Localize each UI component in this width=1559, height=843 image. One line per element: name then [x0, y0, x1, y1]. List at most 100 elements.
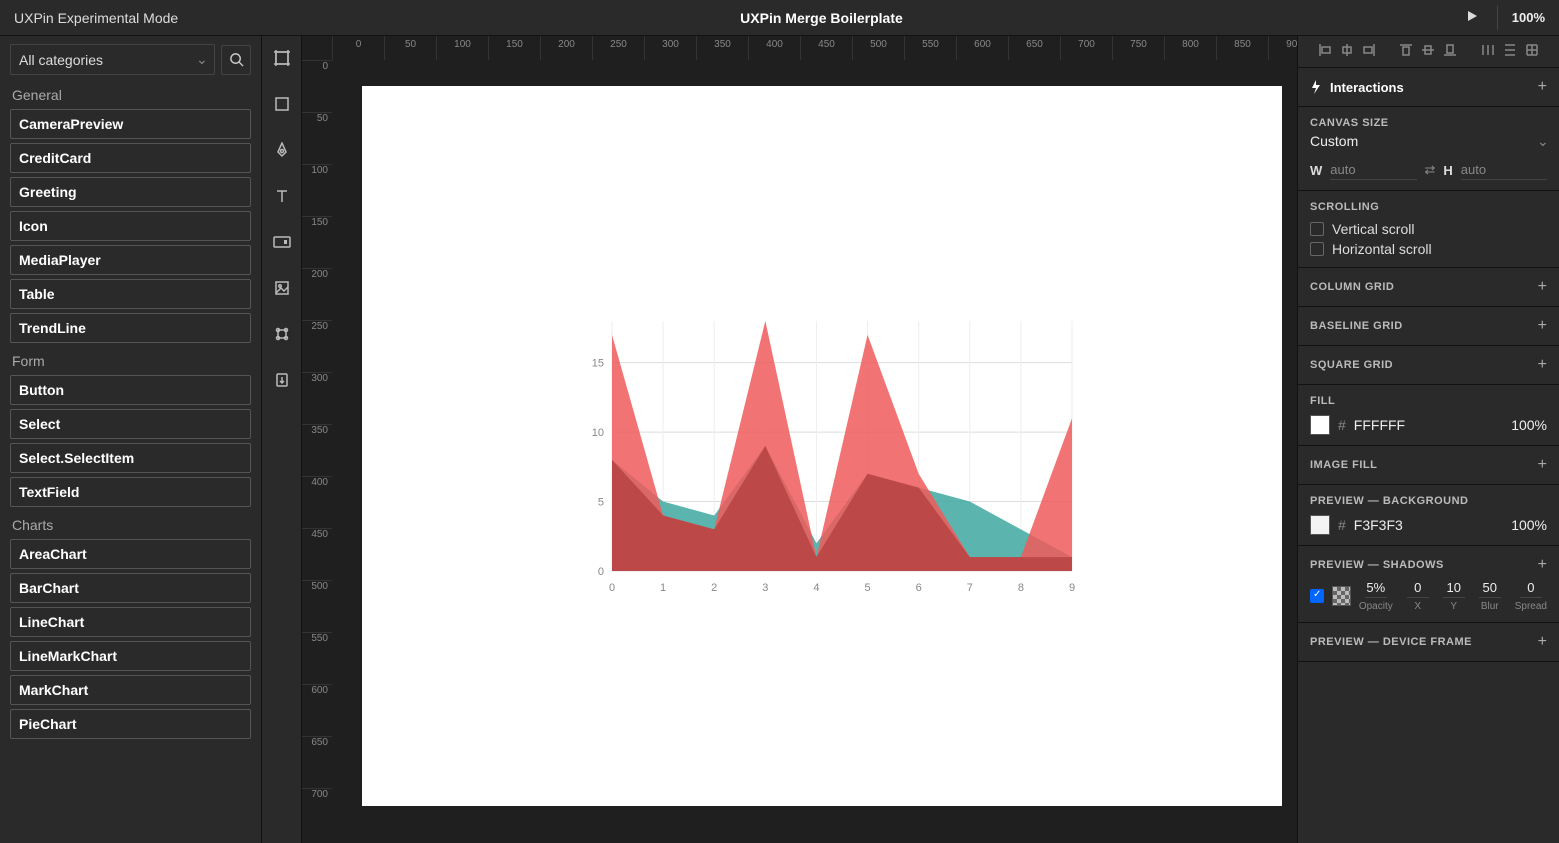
component-item[interactable]: AreaChart: [10, 539, 251, 569]
tool-image[interactable]: [270, 276, 294, 300]
tool-component[interactable]: [270, 322, 294, 346]
svg-text:3: 3: [762, 582, 768, 594]
svg-text:5: 5: [864, 582, 870, 594]
fill-hex-input[interactable]: FFFFFF: [1354, 417, 1503, 433]
image-fill-section[interactable]: IMAGE FILL +: [1298, 446, 1559, 485]
properties-panel: Interactions + CANVAS SIZE Custom ⌄ W au…: [1297, 36, 1559, 843]
category-select[interactable]: All categories ⌄: [10, 44, 215, 75]
align-bottom-icon[interactable]: [1443, 43, 1457, 60]
svg-text:4: 4: [813, 582, 819, 594]
width-label: W: [1310, 163, 1322, 178]
align-right-icon[interactable]: [1362, 43, 1376, 60]
fill-section: FILL #FFFFFF 100%: [1298, 385, 1559, 446]
component-item[interactable]: TrendLine: [10, 313, 251, 343]
component-item[interactable]: MarkChart: [10, 675, 251, 705]
canvas-size-select[interactable]: Custom ⌄: [1310, 129, 1547, 154]
group-label: General: [12, 87, 251, 103]
component-item[interactable]: Select: [10, 409, 251, 439]
app-mode: UXPin Experimental Mode: [14, 10, 178, 26]
plus-icon[interactable]: +: [1538, 317, 1547, 335]
component-item[interactable]: Button: [10, 375, 251, 405]
shadow-opacity-input[interactable]: 5%: [1365, 580, 1387, 598]
interactions-section[interactable]: Interactions +: [1298, 68, 1559, 107]
component-item[interactable]: Greeting: [10, 177, 251, 207]
plus-icon[interactable]: +: [1538, 356, 1547, 374]
tool-rectangle[interactable]: [270, 92, 294, 116]
shadow-x-input[interactable]: 0: [1407, 580, 1429, 598]
component-item[interactable]: Select.SelectItem: [10, 443, 251, 473]
tool-pen[interactable]: [270, 138, 294, 162]
align-center-v-icon[interactable]: [1421, 43, 1435, 60]
component-item[interactable]: LineChart: [10, 607, 251, 637]
swap-icon[interactable]: ⇄: [1425, 162, 1436, 178]
component-item[interactable]: LineMarkChart: [10, 641, 251, 671]
baseline-grid-section[interactable]: BASELINE GRID +: [1298, 307, 1559, 346]
search-button[interactable]: [221, 45, 251, 75]
fill-opacity-input[interactable]: 100%: [1511, 417, 1547, 433]
shadow-blur-input[interactable]: 50: [1479, 580, 1501, 598]
shadow-y-input[interactable]: 10: [1443, 580, 1465, 598]
tool-button[interactable]: [270, 230, 294, 254]
component-item[interactable]: CreditCard: [10, 143, 251, 173]
plus-icon[interactable]: +: [1538, 278, 1547, 296]
component-item[interactable]: MediaPlayer: [10, 245, 251, 275]
align-center-h-icon[interactable]: [1340, 43, 1354, 60]
svg-text:0: 0: [598, 566, 604, 578]
horizontal-scroll-checkbox[interactable]: Horizontal scroll: [1310, 241, 1547, 257]
shadow-color-swatch[interactable]: [1332, 586, 1351, 606]
tool-text[interactable]: [270, 184, 294, 208]
tool-interaction[interactable]: [270, 368, 294, 392]
plus-icon[interactable]: +: [1538, 556, 1547, 574]
scrolling-label: SCROLLING: [1310, 201, 1547, 213]
preview-shadows-section: PREVIEW — SHADOWS + 5%Opacity 0X 10Y 50B…: [1298, 546, 1559, 623]
component-item[interactable]: BarChart: [10, 573, 251, 603]
preview-bg-opacity-input[interactable]: 100%: [1511, 517, 1547, 533]
column-grid-section[interactable]: COLUMN GRID +: [1298, 268, 1559, 307]
ruler-horizontal: 0501001502002503003504004505005506006507…: [332, 36, 1297, 60]
interactions-label: Interactions: [1330, 80, 1404, 95]
play-icon[interactable]: [1465, 9, 1479, 26]
svg-text:10: 10: [592, 427, 604, 439]
artboard[interactable]: 0510150123456789: [362, 86, 1282, 806]
group-label: Form: [12, 353, 251, 369]
preview-bg-section: PREVIEW — BACKGROUND #F3F3F3 100%: [1298, 485, 1559, 546]
component-item[interactable]: Table: [10, 279, 251, 309]
component-item[interactable]: CameraPreview: [10, 109, 251, 139]
width-input[interactable]: auto: [1330, 160, 1416, 180]
height-label: H: [1443, 163, 1452, 178]
preview-bg-swatch[interactable]: [1310, 515, 1330, 535]
preview-bg-hex-input[interactable]: F3F3F3: [1354, 517, 1503, 533]
align-top-icon[interactable]: [1399, 43, 1413, 60]
vertical-scroll-checkbox[interactable]: Vertical scroll: [1310, 221, 1547, 237]
component-item[interactable]: TextField: [10, 477, 251, 507]
height-input[interactable]: auto: [1461, 160, 1547, 180]
component-item[interactable]: PieChart: [10, 709, 251, 739]
tool-artboard[interactable]: [270, 46, 294, 70]
svg-text:15: 15: [592, 358, 604, 370]
svg-text:7: 7: [967, 582, 973, 594]
distribute-h-icon[interactable]: [1481, 43, 1495, 60]
canvas-size-section: CANVAS SIZE Custom ⌄ W auto ⇄ H auto: [1298, 107, 1559, 191]
plus-icon[interactable]: +: [1538, 456, 1547, 474]
shadow-spread-input[interactable]: 0: [1520, 580, 1542, 598]
shadow-enabled-checkbox[interactable]: [1310, 589, 1324, 603]
area-chart[interactable]: 0510150123456789: [582, 311, 1082, 601]
svg-text:2: 2: [711, 582, 717, 594]
svg-text:5: 5: [598, 497, 604, 509]
tool-rail: [262, 36, 302, 843]
plus-icon[interactable]: +: [1538, 633, 1547, 651]
square-grid-section[interactable]: SQUARE GRID +: [1298, 346, 1559, 385]
canvas[interactable]: 0501001502002503003504004505005506006507…: [302, 36, 1297, 843]
scrolling-section: SCROLLING Vertical scroll Horizontal scr…: [1298, 191, 1559, 268]
chevron-down-icon: ⌄: [196, 51, 206, 68]
zoom-level[interactable]: 100%: [1497, 6, 1545, 30]
fill-swatch[interactable]: [1310, 415, 1330, 435]
add-interaction-icon[interactable]: +: [1538, 78, 1547, 96]
alignment-tools: [1298, 36, 1559, 68]
distribute-v-icon[interactable]: [1503, 43, 1517, 60]
preview-device-section[interactable]: PREVIEW — DEVICE FRAME +: [1298, 623, 1559, 662]
ruler-vertical: 0501001502002503003504004505005506006507…: [302, 60, 332, 843]
distribute-grid-icon[interactable]: [1525, 43, 1539, 60]
align-left-icon[interactable]: [1318, 43, 1332, 60]
component-item[interactable]: Icon: [10, 211, 251, 241]
